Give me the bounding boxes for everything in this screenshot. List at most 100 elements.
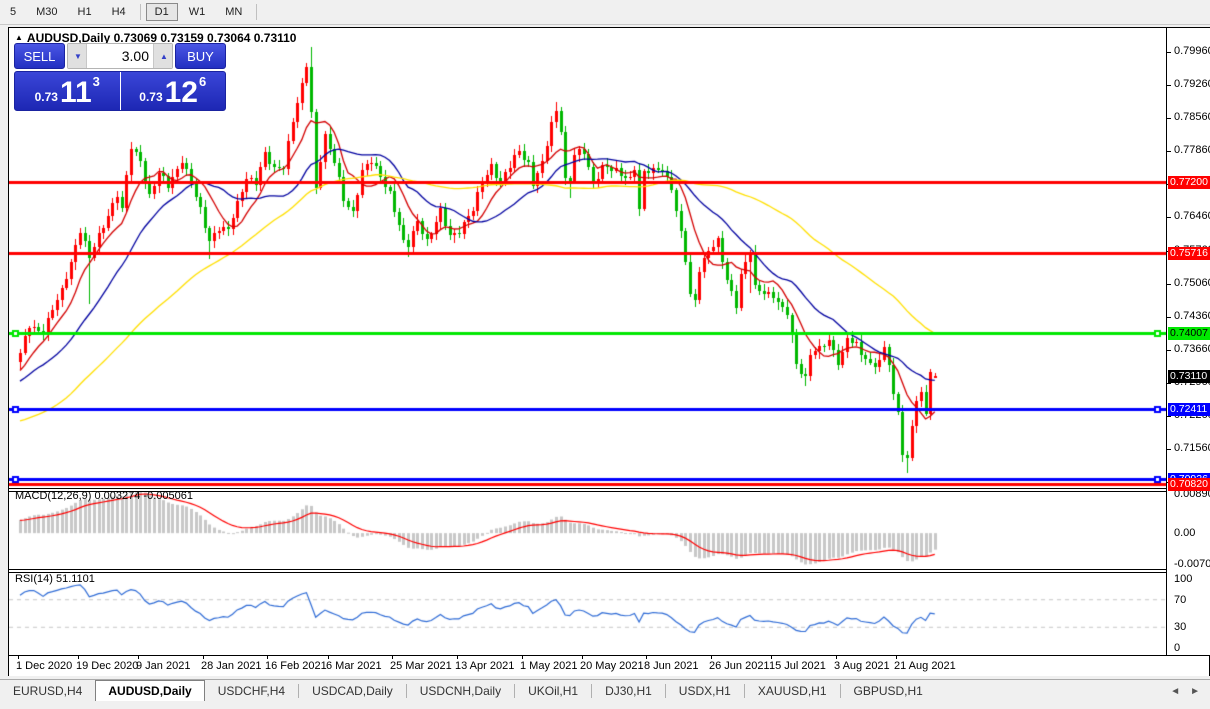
chart-tab-usdcad[interactable]: USDCAD,Daily bbox=[299, 680, 406, 702]
timeframe-button-w1[interactable]: W1 bbox=[180, 3, 215, 21]
sell-button[interactable]: SELL bbox=[14, 43, 65, 69]
price-axis-label: 0.78560 bbox=[1174, 111, 1210, 123]
timeframe-button-h4[interactable]: H4 bbox=[103, 3, 135, 21]
timeframe-button-5[interactable]: 5 bbox=[1, 3, 25, 21]
date-axis-label: 1 May 2021 bbox=[520, 660, 577, 672]
price-axis-tick bbox=[1167, 317, 1171, 318]
chart-window: ▲AUDUSD,Daily 0.73069 0.73159 0.73064 0.… bbox=[8, 27, 1210, 676]
price-axis-label: 0.79260 bbox=[1174, 78, 1210, 90]
price-axis-tick bbox=[1167, 350, 1171, 351]
buy-price-prefix: 0.73 bbox=[139, 90, 162, 104]
date-axis-label: 9 Jan 2021 bbox=[136, 660, 190, 672]
rsi-axis-label: 70 bbox=[1174, 594, 1186, 606]
chart-tab-usdx[interactable]: USDX,H1 bbox=[666, 680, 744, 702]
chart-tab-usdcnh[interactable]: USDCNH,Daily bbox=[407, 680, 514, 702]
sell-price-box[interactable]: 0.73 11 3 bbox=[15, 72, 121, 110]
date-axis-label: 6 Mar 2021 bbox=[326, 660, 382, 672]
rsi-indicator-label: RSI(14) 51.1101 bbox=[15, 573, 95, 585]
rsi-axis-label: 0 bbox=[1174, 642, 1180, 654]
date-axis-tick bbox=[203, 656, 204, 659]
current-price-label: 0.73110 bbox=[1168, 370, 1210, 383]
level-price-label: 0.75716 bbox=[1168, 247, 1210, 260]
chart-tab-bar: EURUSD,H4AUDUSD,DailyUSDCHF,H4USDCAD,Dai… bbox=[0, 679, 1210, 702]
date-axis-tick bbox=[267, 656, 268, 659]
macd-indicator-label: MACD(12,26,9) 0.003274 -0.005061 bbox=[15, 490, 193, 502]
toolbar-separator bbox=[140, 4, 141, 20]
rsi-value: 51.1101 bbox=[56, 573, 95, 585]
price-axis-tick bbox=[1167, 52, 1171, 53]
date-axis-label: 1 Dec 2020 bbox=[16, 660, 72, 672]
price-axis-label: 0.76460 bbox=[1174, 210, 1210, 222]
sell-price-pips: 11 bbox=[60, 79, 92, 107]
title-marker-icon: ▲ bbox=[15, 33, 23, 42]
buy-price-pips: 12 bbox=[165, 79, 198, 107]
date-axis-tick bbox=[896, 656, 897, 659]
timeframe-button-mn[interactable]: MN bbox=[216, 3, 251, 21]
date-axis-tick bbox=[771, 656, 772, 659]
tab-scroll-right-icon[interactable]: ► bbox=[1190, 686, 1200, 697]
price-chart-canvas[interactable] bbox=[9, 28, 1166, 655]
chart-tab-gbpusd[interactable]: GBPUSD,H1 bbox=[841, 680, 936, 702]
price-axis-label: 0.77860 bbox=[1174, 144, 1210, 156]
date-axis-tick bbox=[138, 656, 139, 659]
level-price-label: 0.74007 bbox=[1168, 327, 1210, 340]
volume-decrease-button[interactable]: ▼ bbox=[68, 44, 86, 68]
level-price-label: 0.72411 bbox=[1168, 403, 1210, 416]
buy-price-point: 6 bbox=[199, 72, 206, 89]
date-axis-label: 20 May 2021 bbox=[580, 660, 644, 672]
rsi-name: RSI(14) bbox=[15, 573, 53, 585]
date-axis-label: 19 Dec 2020 bbox=[76, 660, 138, 672]
macd-axis-label: -0.007013 bbox=[1174, 558, 1210, 570]
price-axis-tick bbox=[1167, 151, 1171, 152]
macd-name: MACD(12,26,9) bbox=[15, 490, 91, 502]
date-axis-tick bbox=[646, 656, 647, 659]
date-axis-label: 28 Jan 2021 bbox=[201, 660, 262, 672]
date-axis-tick bbox=[457, 656, 458, 659]
date-axis-tick bbox=[582, 656, 583, 659]
date-axis-label: 3 Aug 2021 bbox=[834, 660, 890, 672]
level-price-label: 0.70820 bbox=[1168, 478, 1210, 491]
chart-tab-ukoil[interactable]: UKOil,H1 bbox=[515, 680, 591, 702]
price-axis-label: 0.79960 bbox=[1174, 45, 1210, 57]
chart-tab-eurusd[interactable]: EURUSD,H4 bbox=[0, 680, 95, 702]
date-axis-tick bbox=[78, 656, 79, 659]
volume-increase-button[interactable]: ▲ bbox=[154, 44, 172, 68]
date-axis[interactable]: 1 Dec 2020 19 Dec 20209 Jan 2021 28 Jan 20… bbox=[9, 655, 1209, 676]
price-axis-label: 0.73660 bbox=[1174, 343, 1210, 355]
price-axis-label: 0.74360 bbox=[1174, 310, 1210, 322]
chart-tab-usdchf[interactable]: USDCHF,H4 bbox=[205, 680, 298, 702]
price-axis-tick bbox=[1167, 449, 1171, 450]
tab-scroll-controls: ◄► bbox=[1170, 686, 1200, 697]
timeframe-toolbar: 5M30H1H4 D1W1MN bbox=[0, 0, 1210, 25]
status-strip bbox=[0, 701, 1210, 709]
volume-input[interactable] bbox=[86, 44, 154, 68]
date-axis-tick bbox=[328, 656, 329, 659]
tab-scroll-left-icon[interactable]: ◄ bbox=[1170, 686, 1180, 697]
date-axis-tick bbox=[522, 656, 523, 659]
volume-stepper: ▼ ▲ bbox=[67, 43, 173, 69]
date-axis-tick bbox=[18, 656, 19, 659]
price-axis-tick bbox=[1167, 85, 1171, 86]
date-axis-label: 21 Aug 2021 bbox=[894, 660, 956, 672]
rsi-axis-label: 30 bbox=[1174, 621, 1186, 633]
price-axis-label: 0.71560 bbox=[1174, 442, 1210, 454]
price-axis-tick bbox=[1167, 416, 1171, 417]
macd-rsi-splitter[interactable] bbox=[9, 569, 1209, 573]
one-click-trading-panel: SELL ▼ ▲ BUY 0.73 11 3 0.73 12 6 bbox=[14, 43, 226, 111]
chart-tab-audusd[interactable]: AUDUSD,Daily bbox=[95, 680, 204, 702]
price-axis-tick bbox=[1167, 217, 1171, 218]
date-axis-label: 13 Apr 2021 bbox=[455, 660, 514, 672]
buy-button[interactable]: BUY bbox=[175, 43, 226, 69]
timeframe-button-d1[interactable]: D1 bbox=[146, 3, 178, 21]
date-axis-tick bbox=[392, 656, 393, 659]
date-axis-tick bbox=[836, 656, 837, 659]
price-axis[interactable]: 0.799600.792600.785600.778600.771600.764… bbox=[1166, 28, 1210, 655]
sell-price-prefix: 0.73 bbox=[35, 90, 58, 104]
timeframe-button-h1[interactable]: H1 bbox=[69, 3, 101, 21]
buy-price-box[interactable]: 0.73 12 6 bbox=[121, 72, 226, 110]
chart-tab-xauusd[interactable]: XAUUSD,H1 bbox=[745, 680, 840, 702]
timeframe-button-m30[interactable]: M30 bbox=[27, 3, 66, 21]
chart-tab-dj30[interactable]: DJ30,H1 bbox=[592, 680, 665, 702]
date-axis-label: 25 Mar 2021 bbox=[390, 660, 452, 672]
price-axis-tick bbox=[1167, 118, 1171, 119]
